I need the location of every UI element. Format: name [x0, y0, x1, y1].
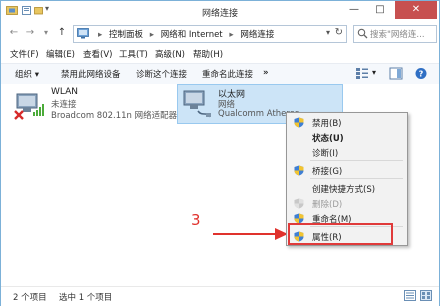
context-menu-separator	[310, 178, 403, 179]
item-count: 2 个项目	[13, 293, 47, 303]
disconnected-x-icon	[14, 110, 24, 120]
menu-help[interactable]: 帮助(H)	[193, 48, 223, 60]
address-history-dropdown[interactable]: ▾	[326, 28, 330, 37]
disable-device-button[interactable]: 禁用此网络设备	[61, 68, 121, 80]
selected-count: 选中 1 个项目	[59, 293, 113, 303]
svg-text:?: ?	[419, 70, 424, 79]
search-box[interactable]: 搜索"网络连...	[353, 25, 437, 43]
step-number-annotation: 3	[191, 211, 201, 229]
breadcrumb-separator: ▸	[149, 30, 154, 40]
uac-shield-icon	[294, 198, 304, 209]
ethernet-adapter-icon	[183, 90, 211, 118]
maximize-button[interactable]: □	[367, 1, 393, 19]
address-bar[interactable]: ▸ 控制面板 ▸ 网络和 Internet ▸ 网络连接 ▾ ↻	[73, 25, 347, 43]
context-menu-label: 创建快捷方式(S)	[312, 185, 376, 195]
rename-connection-button[interactable]: 重命名此连接	[202, 68, 253, 80]
context-menu-item-delete: 删除(D)	[287, 196, 407, 211]
context-menu-label: 状态(U)	[312, 134, 344, 144]
menu-view[interactable]: 查看(V)	[83, 48, 112, 60]
context-menu-item-diagnose[interactable]: 诊断(I)	[287, 145, 407, 160]
context-menu-item-status[interactable]: 状态(U)	[287, 130, 407, 145]
menu-tools[interactable]: 工具(T)	[119, 48, 148, 60]
adapter-device: Broadcom 802.11n 网络适配器	[51, 111, 178, 121]
status-bar: 2 个项目 选中 1 个项目	[1, 286, 439, 306]
context-menu-separator	[310, 160, 403, 161]
breadcrumb-separator: ▸	[229, 30, 234, 40]
menu-bar: 文件(F) 编辑(E) 查看(V) 工具(T) 高级(N) 帮助(H)	[1, 46, 439, 62]
context-menu-label: 删除(D)	[312, 200, 343, 210]
minimize-button[interactable]: —	[341, 1, 367, 19]
context-menu-item-create-shortcut[interactable]: 创建快捷方式(S)	[287, 181, 407, 196]
organize-button[interactable]: 组织 ▾	[15, 68, 39, 80]
search-input[interactable]: 搜索"网络连...	[370, 28, 425, 40]
breadcrumb-control-panel[interactable]: 控制面板	[109, 28, 143, 40]
up-button[interactable]: ↑	[55, 26, 69, 40]
menu-advanced[interactable]: 高级(N)	[155, 48, 185, 60]
breadcrumb-network-internet[interactable]: 网络和 Internet	[161, 28, 223, 40]
network-connections-window: ▾ 网络连接 — □ ✕ ← → ▾ ↑ ▸ 控制面板 ▸ 网络和 Intern…	[0, 0, 440, 306]
details-view-icon[interactable]	[404, 290, 416, 301]
view-dropdown[interactable]: ▾	[372, 68, 376, 77]
annotation-arrow-icon	[213, 228, 288, 240]
context-menu: 禁用(B) 状态(U) 诊断(I) 桥接(G) 创建快捷方式(S) 删除(D) 重命名(M)…	[286, 112, 408, 246]
title-bar: ▾ 网络连接 — □ ✕	[1, 1, 439, 21]
command-bar: 组织 ▾ 禁用此网络设备 诊断这个连接 重命名此连接 » ▾ ?	[1, 63, 439, 85]
back-button[interactable]: ←	[7, 26, 21, 40]
properties-highlight-box	[288, 223, 393, 245]
refresh-button[interactable]: ↻	[335, 27, 343, 38]
adapter-name: WLAN	[51, 87, 79, 97]
search-icon	[357, 28, 368, 39]
large-icons-view-icon[interactable]	[420, 290, 432, 301]
uac-shield-icon	[294, 165, 304, 176]
help-icon[interactable]: ?	[414, 67, 428, 80]
breadcrumb: ▸ 控制面板 ▸ 网络和 Internet ▸ 网络连接	[94, 28, 274, 40]
preview-pane-icon[interactable]	[389, 67, 403, 80]
adapter-wlan[interactable]: WLAN 未连接 Broadcom 802.11n 网络适配器	[1, 84, 177, 124]
diagnose-connection-button[interactable]: 诊断这个连接	[136, 68, 187, 80]
more-commands-button[interactable]: »	[263, 68, 269, 78]
recent-locations-dropdown[interactable]: ▾	[39, 26, 53, 40]
menu-file[interactable]: 文件(F)	[10, 48, 39, 60]
context-menu-item-bridge[interactable]: 桥接(G)	[287, 163, 407, 178]
context-menu-label: 桥接(G)	[312, 167, 343, 177]
context-menu-label: 诊断(I)	[312, 149, 339, 159]
menu-edit[interactable]: 编辑(E)	[46, 48, 75, 60]
uac-shield-icon	[294, 117, 304, 128]
context-menu-item-disable[interactable]: 禁用(B)	[287, 115, 407, 130]
breadcrumb-network-connections[interactable]: 网络连接	[240, 28, 274, 40]
change-view-icon[interactable]	[355, 67, 369, 80]
address-row: ← → ▾ ↑ ▸ 控制面板 ▸ 网络和 Internet ▸ 网络连接 ▾ ↻	[1, 21, 439, 45]
close-button[interactable]: ✕	[395, 1, 437, 19]
context-menu-label: 禁用(B)	[312, 119, 342, 129]
control-panel-icon	[77, 28, 89, 39]
breadcrumb-separator: ▸	[98, 30, 103, 40]
forward-button[interactable]: →	[23, 26, 37, 40]
